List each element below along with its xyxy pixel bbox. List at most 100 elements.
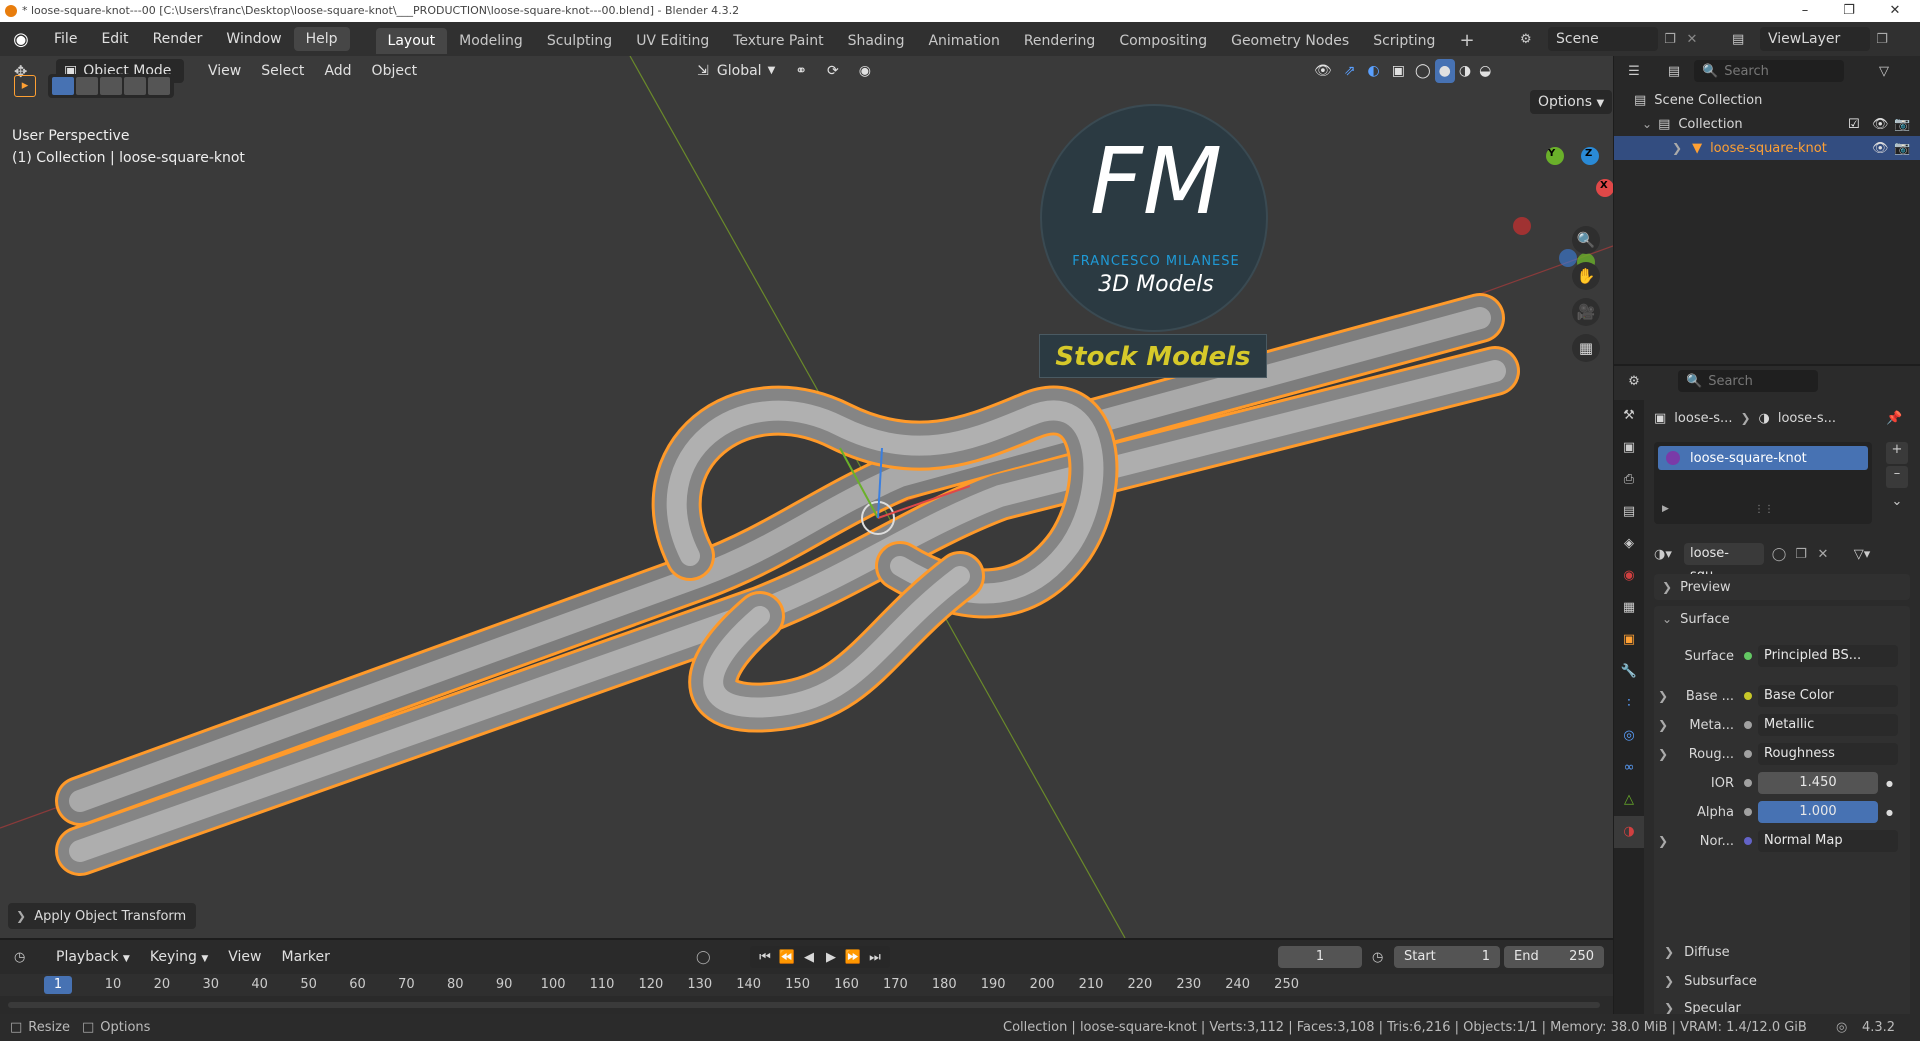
view-layer-tab-icon[interactable]: ▤ (1614, 496, 1644, 528)
modifier-tab-icon[interactable]: 🔧 (1614, 656, 1644, 688)
minimize-button[interactable]: – (1782, 0, 1828, 22)
menu-select[interactable]: Select (251, 59, 314, 83)
tab-layout[interactable]: Layout (375, 28, 448, 54)
collection-tab-icon[interactable]: ▦ (1614, 592, 1644, 624)
camera-view-icon[interactable]: 🎥 (1572, 298, 1600, 326)
filter-icon[interactable]: ▽ (1864, 64, 1904, 79)
gizmo-x-label[interactable]: X (1600, 180, 1608, 191)
menu-keying[interactable]: Keying ▼ (140, 945, 218, 969)
proportional-edit-icon[interactable]: ◉ (849, 59, 881, 83)
slot-menu-icon[interactable]: ⌄ (1886, 494, 1908, 516)
properties-editor-icon[interactable]: ⚙ (1614, 374, 1654, 389)
chevron-right-icon[interactable]: ❯ (1658, 689, 1674, 703)
menu-timeline-view[interactable]: View (218, 945, 271, 969)
current-frame-field[interactable]: 1 (1278, 946, 1362, 968)
material-shading-icon[interactable]: ◑ (1455, 59, 1475, 83)
scene-name[interactable]: Scene (1548, 27, 1658, 51)
menu-object[interactable]: Object (362, 59, 428, 83)
snap-icon[interactable]: ⟳ (817, 59, 849, 83)
menu-edit[interactable]: Edit (89, 22, 140, 56)
render-camera-icon[interactable]: 📷 (1894, 141, 1910, 156)
tab-uv-editing[interactable]: UV Editing (624, 28, 721, 54)
outliner-editor-icon[interactable]: ☰ (1614, 64, 1654, 79)
wireframe-shading-icon[interactable]: ◯ (1411, 59, 1435, 83)
input-value-field[interactable]: 1.000 (1758, 801, 1878, 823)
tab-compositing[interactable]: Compositing (1107, 28, 1219, 54)
menu-playback[interactable]: Playback ▼ (46, 945, 140, 969)
world-tab-icon[interactable]: ◉ (1614, 560, 1644, 592)
end-frame-field[interactable]: End 250 (1504, 946, 1604, 968)
tab-rendering[interactable]: Rendering (1012, 28, 1108, 54)
new-scene-icon[interactable]: ❐ (1658, 32, 1682, 47)
surface-shader-field[interactable]: Principled BS... (1758, 645, 1898, 667)
last-operator-panel[interactable]: ❯ Apply Object Transform (8, 903, 196, 929)
jump-start-icon[interactable]: ⏮ (754, 950, 776, 965)
zoom-icon[interactable]: 🔍 (1572, 226, 1600, 254)
gizmo-toggle-icon[interactable]: ⇗ (1338, 59, 1362, 83)
record-icon[interactable]: ◯ (696, 950, 711, 965)
scene-tab-icon[interactable]: ◈ (1614, 528, 1644, 560)
outliner-object-row[interactable]: ❯ ▼ loose-square-knot 👁 📷 (1614, 136, 1920, 160)
display-mode-icon[interactable]: ▤ (1654, 64, 1694, 79)
menu-help[interactable]: Help (293, 27, 350, 51)
pan-hand-icon[interactable]: ✋ (1572, 262, 1600, 290)
chevron-right-icon[interactable]: ❯ (1658, 747, 1674, 761)
pin-icon[interactable]: 📌 (1886, 411, 1902, 426)
select-box-tool-icon[interactable]: ▸ (14, 75, 36, 97)
grid-view-icon[interactable]: ▦ (1572, 334, 1600, 362)
menu-marker[interactable]: Marker (271, 945, 339, 969)
select-invert-icon[interactable] (124, 77, 146, 95)
next-keyframe-icon[interactable]: ⏩ (842, 950, 864, 965)
play-reverse-icon[interactable]: ◀ (798, 950, 820, 965)
material-tab-icon[interactable]: ◑ (1614, 816, 1644, 848)
add-workspace-icon[interactable]: + (1447, 28, 1486, 54)
restore-button[interactable]: ❐ (1826, 0, 1872, 22)
menu-view[interactable]: View (198, 59, 251, 83)
eye-icon[interactable]: 👁 (1872, 117, 1889, 132)
properties-search-input[interactable]: 🔍 Search (1678, 370, 1818, 392)
start-frame-field[interactable]: Start 1 (1394, 946, 1500, 968)
eye-icon[interactable]: 👁 (1872, 141, 1889, 156)
render-tab-icon[interactable]: ▣ (1614, 432, 1644, 464)
tool-tab-icon[interactable]: ⚒ (1614, 400, 1644, 432)
solid-shading-icon[interactable]: ● (1434, 59, 1455, 83)
material-slot-row[interactable]: loose-square-knot (1658, 446, 1868, 470)
options-dropdown[interactable]: Options ▼ (1530, 90, 1613, 114)
input-link-field[interactable]: Roughness (1758, 743, 1898, 765)
unlink-material-icon[interactable]: ✕ (1812, 547, 1834, 562)
tab-shading[interactable]: Shading (836, 28, 917, 54)
tab-scripting[interactable]: Scripting (1361, 28, 1447, 54)
particles-tab-icon[interactable]: ∶ (1614, 688, 1644, 720)
menu-render[interactable]: Render (141, 22, 215, 56)
output-tab-icon[interactable]: ⎙ (1614, 464, 1644, 496)
jump-end-icon[interactable]: ⏭ (864, 950, 886, 965)
preview-panel-header[interactable]: ❯ Preview (1654, 574, 1910, 600)
rendered-shading-icon[interactable]: ◒ (1475, 59, 1495, 83)
gizmo-y-label[interactable]: Y (1548, 148, 1555, 159)
menu-add[interactable]: Add (314, 59, 361, 83)
overlay-toggle-icon[interactable]: ◐ (1362, 59, 1386, 83)
delete-scene-icon[interactable]: ✕ (1682, 32, 1702, 47)
input-link-field[interactable]: Metallic (1758, 714, 1898, 736)
duplicate-material-icon[interactable]: ❐ (1790, 547, 1812, 562)
chevron-right-icon[interactable]: ❯ (1658, 718, 1674, 732)
material-filter-icon[interactable]: ▽▾ (1844, 547, 1880, 562)
expand-triangle-icon[interactable]: ▶ (1662, 504, 1669, 514)
tab-sculpting[interactable]: Sculpting (535, 28, 624, 54)
fake-user-icon[interactable]: ◯ (1768, 547, 1790, 562)
constraints-tab-icon[interactable]: ∞ (1614, 752, 1644, 784)
input-link-field[interactable]: Normal Map (1758, 830, 1898, 852)
outliner-scene-collection[interactable]: ▤ Scene Collection (1634, 88, 1762, 112)
data-tab-icon[interactable]: △ (1614, 784, 1644, 816)
play-icon[interactable]: ▶ (820, 950, 842, 965)
current-frame-marker[interactable]: 1 (44, 976, 72, 994)
input-link-field[interactable]: Base Color (1758, 685, 1898, 707)
tab-texture-paint[interactable]: Texture Paint (721, 28, 835, 54)
add-slot-icon[interactable]: + (1886, 442, 1908, 464)
select-new-icon[interactable] (52, 77, 74, 95)
chevron-right-icon[interactable]: ❯ (1658, 834, 1674, 848)
menu-window[interactable]: Window (214, 22, 293, 56)
resize-handle-icon[interactable]: ⋮⋮ (1754, 504, 1774, 515)
outliner-collection[interactable]: ⌄ ▤ Collection ☑ 👁 📷 (1642, 112, 1920, 136)
xray-icon[interactable]: ▣ (1386, 59, 1411, 83)
